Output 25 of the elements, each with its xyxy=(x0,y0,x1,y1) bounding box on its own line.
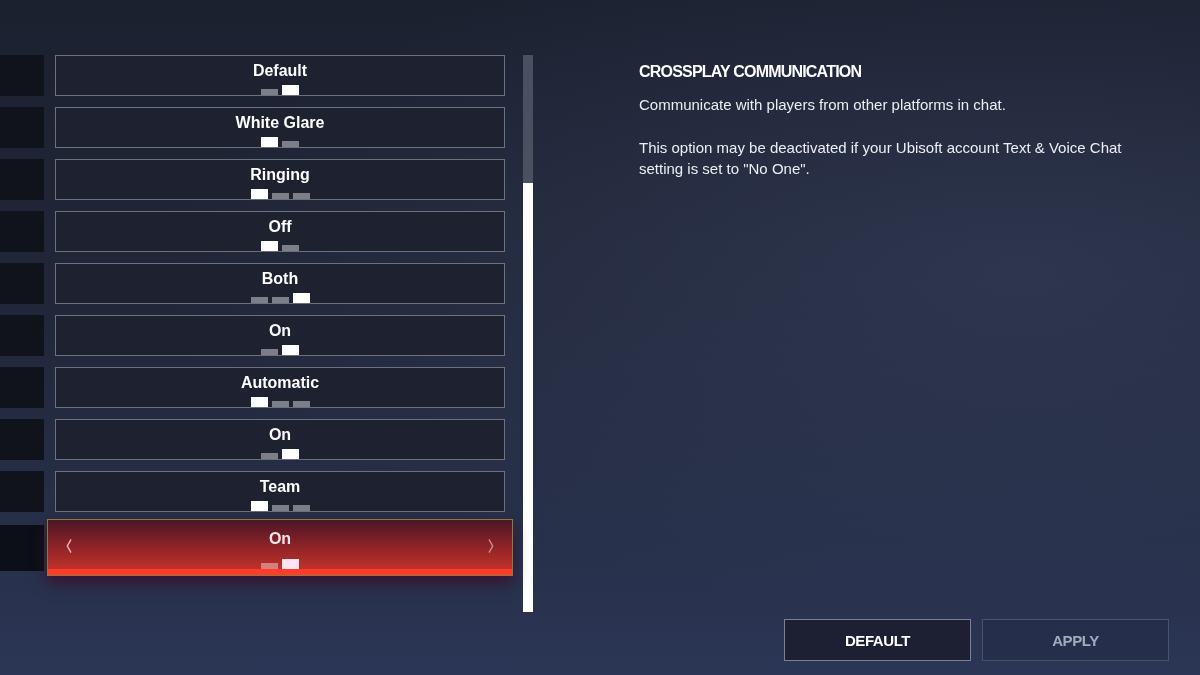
scrollbar-thumb[interactable] xyxy=(523,183,533,612)
option-selector[interactable]: White Glare xyxy=(55,107,505,148)
setting-label-panel xyxy=(0,419,44,460)
setting-label-panel xyxy=(0,107,44,148)
option-selector[interactable]: Automatic xyxy=(55,367,505,408)
setting-description: This option may be deactivated if your Ubisoft account Text & Voice Chat setting is set to "No One". xyxy=(639,138,1123,179)
default-button[interactable]: DEFAULT xyxy=(784,619,971,661)
option-selector[interactable]: Off xyxy=(55,211,505,252)
option-selector[interactable]: Both xyxy=(55,263,505,304)
option-selector[interactable]: On xyxy=(55,315,505,356)
setting-label-panel xyxy=(0,211,44,252)
option-selector[interactable]: On xyxy=(47,519,513,576)
option-selector[interactable]: Team xyxy=(55,471,505,512)
setting-label-panel xyxy=(0,263,44,304)
option-selector[interactable]: Ringing xyxy=(55,159,505,200)
setting-label-panel xyxy=(0,524,44,571)
setting-title: CROSSPLAY COMMUNICATION xyxy=(639,62,862,82)
setting-label-panel xyxy=(0,315,44,356)
setting-label-panel xyxy=(0,367,44,408)
setting-label-panel xyxy=(0,159,44,200)
option-selector[interactable]: Default xyxy=(55,55,505,96)
setting-description: Communicate with players from other platforms in chat. xyxy=(639,95,1006,115)
setting-label-panel xyxy=(0,471,44,512)
scrollbar[interactable] xyxy=(523,55,533,612)
option-selector[interactable]: On xyxy=(55,419,505,460)
